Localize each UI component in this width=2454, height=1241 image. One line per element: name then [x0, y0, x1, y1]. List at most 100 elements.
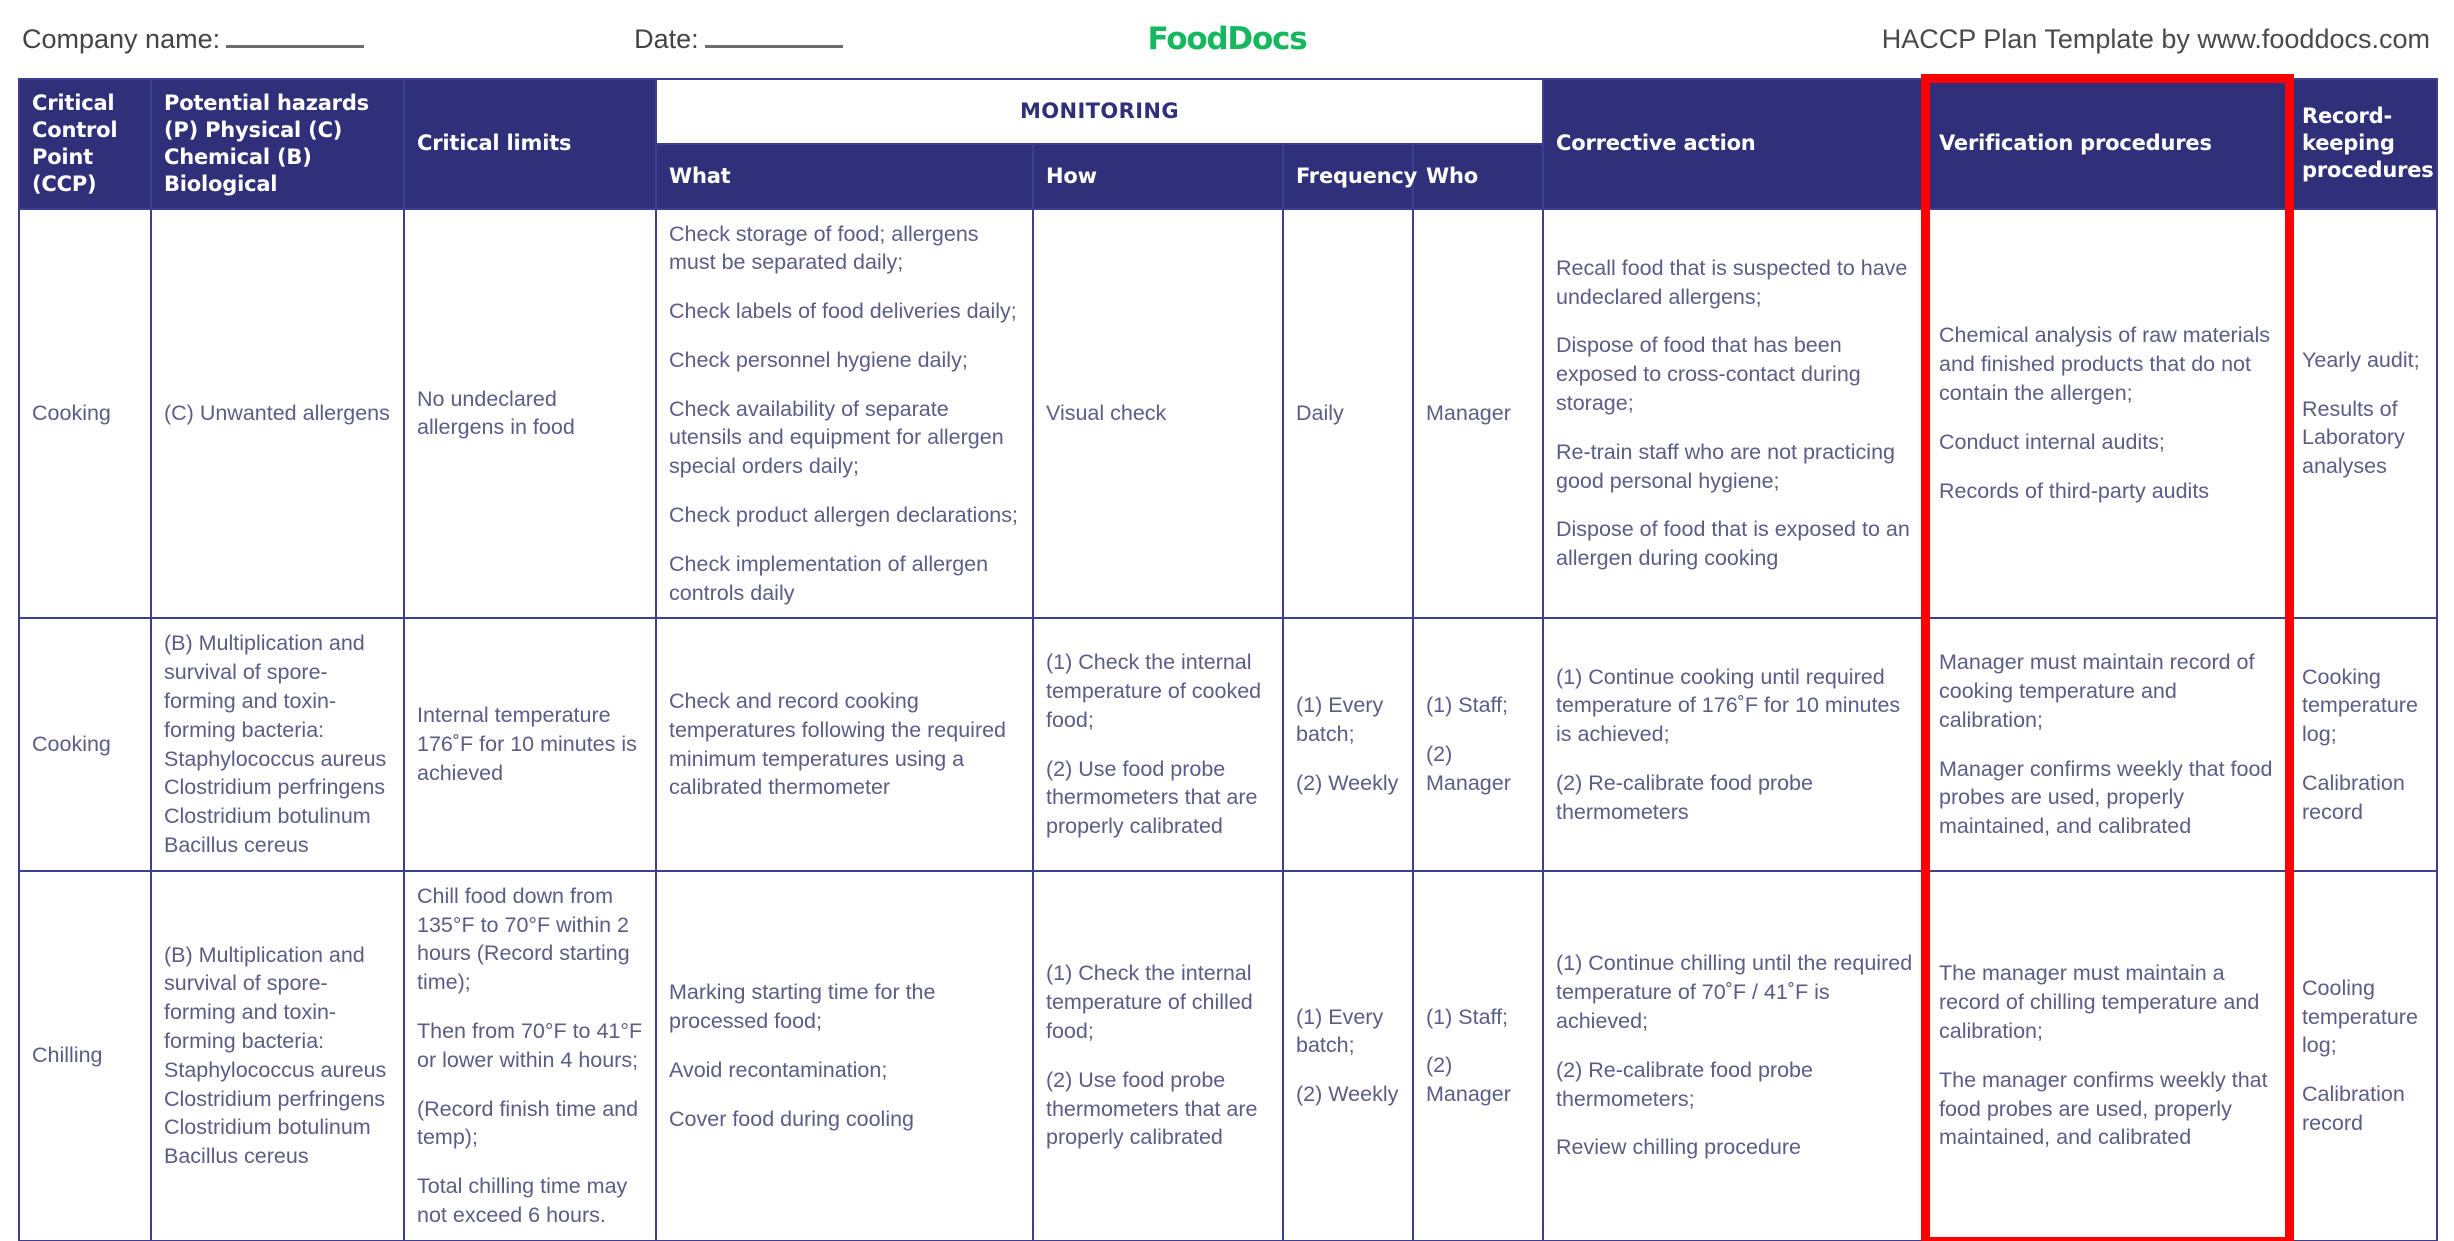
cell-verification[interactable]: The manager must maintain a record of ch…	[1925, 869, 2290, 1241]
col-header-frequency: Frequency	[1282, 142, 1417, 210]
cell-recordkeeping[interactable]: Cooking temperature log; Calibration reco…	[2288, 617, 2438, 872]
cell-corrective-action[interactable]: Recall food that is suspected to have un…	[1542, 207, 1927, 620]
fooddocs-logo: FoodDocs	[1147, 21, 1308, 57]
cell-critical-limits-paragraph: Total chilling time may not exceed 6 hou…	[417, 1174, 628, 1228]
date-label: Date:	[634, 23, 699, 54]
cell-verification-paragraph: Manager confirms weekly that food probes…	[1939, 756, 2273, 839]
cell-recordkeeping[interactable]: Yearly audit; Results of Laboratory analy…	[2288, 207, 2438, 620]
template-attribution: HACCP Plan Template by www.fooddocs.com	[1881, 23, 2430, 54]
col-header-critical-limits: Critical limits	[403, 78, 657, 210]
cell-frequency-paragraph: Daily	[1296, 401, 1344, 426]
cell-what-paragraph: Check and record cooking temperatures fo…	[669, 689, 1007, 800]
cell-what-paragraph: Marking starting time for the processed …	[669, 980, 936, 1034]
cell-recordkeeping-paragraph: Results of Laboratory analyses	[2302, 396, 2405, 479]
recordkeeping-line-2: keeping	[2302, 131, 2395, 156]
recordkeeping-line-1: Record-	[2302, 104, 2392, 129]
cell-recordkeeping-paragraph: Calibration record	[2302, 771, 2405, 824]
cell-what-paragraph: Check labels of food deliveries daily;	[669, 299, 1017, 324]
haccp-plan-table: Critical Control Point (CCP) Potential h…	[18, 78, 2438, 1241]
table-head: Critical Control Point (CCP) Potential h…	[18, 78, 2438, 210]
cell-who-paragraph: (1) Staff;	[1426, 1004, 1509, 1029]
cell-verification-paragraph: The manager must maintain a record of ch…	[1939, 961, 2260, 1044]
cell-ccp-paragraph: Chilling	[32, 1043, 103, 1068]
cell-what-paragraph: Check storage of food; allergens must be…	[669, 221, 979, 275]
cell-critical-limits[interactable]: Internal temperature 176˚F for 10 minute…	[403, 617, 657, 872]
cell-ccp[interactable]: Chilling	[18, 869, 152, 1241]
cell-what[interactable]: Marking starting time for the processed …	[655, 869, 1034, 1241]
cell-how-paragraph: Visual check	[1046, 401, 1167, 426]
cell-recordkeeping-paragraph: Cooking temperature log;	[2302, 664, 2418, 747]
cell-verification-paragraph: Manager must maintain record of cooking …	[1939, 650, 2255, 732]
table-row: Cooking (B) Multiplication and survival o…	[18, 617, 2438, 872]
cell-recordkeeping[interactable]: Cooling temperature log; Calibration reco…	[2288, 869, 2438, 1241]
company-name-field[interactable]: Company name:	[22, 23, 365, 55]
haccp-table-wrapper: Critical Control Point (CCP) Potential h…	[0, 78, 2454, 1241]
page-root: Company name: Date: FoodDocs HACCP Plan …	[0, 0, 2454, 1241]
cell-verification[interactable]: Manager must maintain record of cooking …	[1925, 617, 2290, 872]
cell-potential-hazards[interactable]: (C) Unwanted allergens	[150, 207, 405, 620]
cell-ccp-paragraph: Cooking	[32, 401, 111, 426]
cell-ccp[interactable]: Cooking	[18, 617, 152, 872]
cell-corrective-action-paragraph: Review chilling procedure	[1556, 1135, 1801, 1160]
cell-potential-hazards-paragraph: (B) Multiplication and survival of spore…	[164, 631, 387, 858]
recordkeeping-line-3: procedures	[2302, 158, 2434, 183]
col-header-corrective-action: Corrective action	[1542, 78, 1927, 210]
table-row: Cooking (C) Unwanted allergens No undeclar…	[18, 207, 2438, 620]
col-header-potential-hazards: Potential hazards (P) Physical (C) Chemi…	[150, 78, 405, 210]
cell-frequency[interactable]: (1) Every batch; (2) Weekly	[1282, 617, 1414, 872]
cell-recordkeeping-paragraph: Yearly audit;	[2302, 347, 2420, 372]
cell-ccp-paragraph: Cooking	[32, 732, 111, 757]
col-header-who: Who	[1412, 142, 1544, 210]
table-body: Cooking (C) Unwanted allergens No undeclar…	[18, 207, 2438, 1241]
cell-how[interactable]: Visual check	[1032, 207, 1284, 620]
cell-critical-limits[interactable]: No undeclared allergens in food	[403, 207, 657, 620]
date-blank[interactable]	[704, 28, 843, 48]
cell-critical-limits-paragraph: Then from 70°F to 41°F or lower within 4…	[417, 1019, 643, 1072]
cell-frequency[interactable]: Daily	[1282, 207, 1414, 620]
cell-potential-hazards[interactable]: (B) Multiplication and survival of spore…	[150, 617, 405, 872]
cell-corrective-action-paragraph: Re-train staff who are not practicing go…	[1556, 439, 1895, 493]
company-name-label: Company name:	[22, 23, 221, 54]
cell-potential-hazards[interactable]: (B) Multiplication and survival of spore…	[150, 869, 405, 1241]
cell-how-paragraph: (1) Check the internal temperature of ch…	[1046, 961, 1253, 1044]
cell-critical-limits-paragraph: (Record finish time and temp);	[417, 1096, 639, 1150]
header-row: Critical Control Point (CCP) Potential h…	[18, 78, 2438, 210]
cell-who[interactable]: Manager	[1412, 207, 1544, 620]
cell-what[interactable]: Check and record cooking temperatures fo…	[655, 617, 1034, 872]
cell-what-paragraph: Check implementation of allergen control…	[669, 551, 989, 605]
cell-recordkeeping-paragraph: Cooling temperature log;	[2302, 975, 2418, 1058]
cell-corrective-action-paragraph: Recall food that is suspected to have un…	[1556, 255, 1908, 309]
cell-how[interactable]: (1) Check the internal temperature of co…	[1032, 617, 1284, 872]
date-field[interactable]: Date:	[634, 24, 843, 55]
col-header-ccp: Critical Control Point (CCP)	[18, 78, 152, 210]
cell-who-paragraph: Manager	[1426, 401, 1511, 426]
cell-corrective-action[interactable]: (1) Continue chilling until the required…	[1542, 869, 1927, 1241]
cell-who-paragraph: (2) Manager	[1426, 1053, 1511, 1107]
hazards-line-2: (P) Physical	[164, 117, 302, 142]
cell-who[interactable]: (1) Staff; (2) Manager	[1412, 617, 1544, 872]
cell-what[interactable]: Check storage of food; allergens must be…	[655, 207, 1034, 620]
cell-how-paragraph: (2) Use food probe thermometers that are…	[1046, 1067, 1258, 1150]
cell-who[interactable]: (1) Staff; (2) Manager	[1412, 869, 1544, 1241]
cell-verification-paragraph: Conduct internal audits;	[1939, 429, 2165, 454]
col-header-what: What	[655, 142, 1034, 210]
col-header-how: How	[1032, 142, 1284, 210]
cell-corrective-action[interactable]: (1) Continue cooking until required temp…	[1542, 617, 1927, 872]
cell-corrective-action-paragraph: (1) Continue cooking until required temp…	[1556, 664, 1901, 747]
cell-verification-paragraph: The manager confirms weekly that food pr…	[1939, 1067, 2268, 1150]
ccp-line-2: Control	[32, 117, 118, 142]
cell-ccp[interactable]: Cooking	[18, 207, 152, 620]
cell-what-paragraph: Check product allergen declarations;	[669, 503, 1018, 528]
company-name-blank[interactable]	[226, 28, 365, 48]
cell-frequency[interactable]: (1) Every batch; (2) Weekly	[1282, 869, 1414, 1241]
cell-frequency-paragraph: (2) Weekly	[1296, 1082, 1399, 1107]
cell-corrective-action-paragraph: (2) Re-calibrate food probe thermometers	[1556, 771, 1813, 824]
cell-who-paragraph: (1) Staff;	[1426, 693, 1509, 718]
cell-how[interactable]: (1) Check the internal temperature of ch…	[1032, 869, 1284, 1241]
cell-verification[interactable]: Chemical analysis of raw materials and f…	[1925, 207, 2290, 620]
ccp-line-3: Point	[32, 144, 94, 169]
col-header-verification-procedures: Verification procedures	[1925, 78, 2290, 210]
ccp-line-4: (CCP)	[32, 171, 97, 196]
cell-corrective-action-paragraph: (2) Re-calibrate food probe thermometers…	[1556, 1057, 1813, 1111]
cell-critical-limits[interactable]: Chill food down from 135°F to 70°F withi…	[403, 869, 657, 1241]
